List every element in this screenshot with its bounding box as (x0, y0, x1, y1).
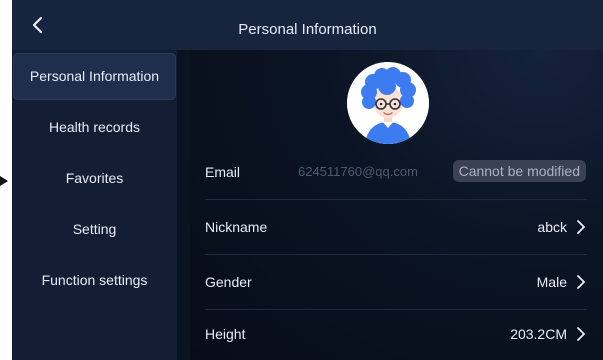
sidebar: Personal Information Health records Favo… (12, 50, 177, 360)
sidebar-item-health-records[interactable]: Health records (13, 104, 176, 151)
sidebar-item-function-settings[interactable]: Function settings (13, 257, 176, 304)
sidebar-item-setting[interactable]: Setting (13, 206, 176, 253)
chevron-left-icon (32, 16, 43, 34)
nickname-row[interactable]: Nickname abck (205, 200, 587, 255)
height-value: 203.2CM (510, 326, 567, 342)
avatar[interactable] (347, 62, 429, 144)
profile-panel: Email 624511760@qq.com Cannot be modifie… (190, 50, 603, 360)
email-value: 624511760@qq.com (298, 164, 418, 179)
chevron-right-icon (577, 220, 585, 234)
email-label: Email (205, 164, 241, 180)
title-bar: Personal Information (12, 0, 603, 50)
chevron-right-icon (577, 327, 585, 341)
sidebar-item-favorites[interactable]: Favorites (13, 155, 176, 202)
pointer-arrow-icon (0, 176, 8, 186)
gender-label: Gender (205, 274, 252, 290)
sidebar-item-personal-information[interactable]: Personal Information (13, 53, 176, 100)
email-row: Email 624511760@qq.com Cannot be modifie… (205, 145, 587, 200)
app-window: Personal Information Personal Informatio… (12, 0, 603, 360)
gender-row[interactable]: Gender Male (205, 255, 587, 310)
back-button[interactable] (26, 12, 52, 38)
chevron-right-icon (577, 275, 585, 289)
height-label: Height (205, 326, 246, 342)
nickname-value: abck (537, 219, 567, 235)
page-title: Personal Information (238, 21, 377, 38)
gender-value: Male (536, 274, 567, 290)
nickname-label: Nickname (205, 219, 268, 235)
avatar-icon (347, 62, 429, 144)
cannot-modify-badge: Cannot be modified (452, 160, 586, 182)
height-row[interactable]: Height 203.2CM (205, 307, 587, 360)
